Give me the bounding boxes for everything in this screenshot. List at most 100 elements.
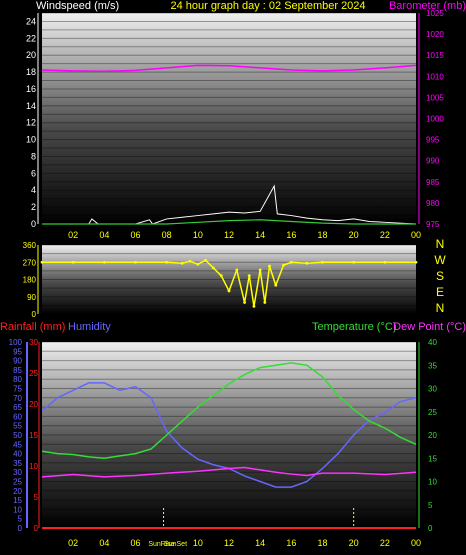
temperature-tick-label: 30 xyxy=(428,385,437,394)
hour-tick-label: 22 xyxy=(380,538,390,548)
temperature-grid-bands xyxy=(42,341,416,529)
direction-tick-label: 360 xyxy=(23,241,37,250)
hour-tick-label: 10 xyxy=(193,538,203,548)
temperature-tick-label: 35 xyxy=(428,361,437,370)
rainfall-tick-label: 10 xyxy=(29,462,38,471)
rainfall-axis-title: Rainfall (mm) xyxy=(0,321,65,333)
weather-graph-svg: Windspeed (m/s) 24 hour graph day : 02 S… xyxy=(0,0,466,548)
windspeed-tick-label: 6 xyxy=(31,168,36,178)
humidity-tick-label: 90 xyxy=(13,357,22,366)
wind-direction-segment xyxy=(291,261,307,264)
windspeed-tick-label: 0 xyxy=(31,219,36,229)
weather-graph: Windspeed (m/s) 24 hour graph day : 02 S… xyxy=(0,0,466,555)
hour-tick-label: 06 xyxy=(130,538,140,548)
humidity-tick-label: 45 xyxy=(13,440,22,449)
humidity-tick-label: 15 xyxy=(13,496,22,505)
humidity-tick-label: 65 xyxy=(13,403,22,412)
humidity-axis-title: Humidity xyxy=(68,321,111,333)
windspeed-tick-label: 10 xyxy=(26,135,36,145)
temperature-tick-label: 40 xyxy=(428,338,437,347)
compass-label: N xyxy=(436,301,445,315)
humidity-tick-label: 55 xyxy=(13,422,22,431)
barometer-tick-label: 995 xyxy=(426,136,440,145)
wind-direction-segment xyxy=(166,261,183,264)
temperature-tick-label: 10 xyxy=(428,478,437,487)
barometer-tick-label: 975 xyxy=(426,220,440,229)
hour-tick-label: 08 xyxy=(162,230,172,240)
temperature-tick-label: 15 xyxy=(428,454,437,463)
humidity-tick-label: 70 xyxy=(13,394,22,403)
hour-tick-label: 16 xyxy=(286,230,296,240)
windspeed-tick-label: 22 xyxy=(26,33,36,43)
hour-tick-label: 22 xyxy=(380,230,390,240)
compass-label: S xyxy=(436,269,444,283)
rainfall-tick-label: 25 xyxy=(29,369,38,378)
hour-tick-label: 18 xyxy=(317,538,327,548)
hour-tick-label: 04 xyxy=(99,538,109,548)
hour-tick-label: 12 xyxy=(224,230,234,240)
wind-direction-segment xyxy=(306,261,323,264)
windspeed-tick-label: 2 xyxy=(31,202,36,212)
rainfall-tick-label: 20 xyxy=(29,400,38,409)
humidity-tick-label: 30 xyxy=(13,468,22,477)
rainfall-tick-label: 15 xyxy=(29,431,38,440)
hour-tick-label: 20 xyxy=(349,230,359,240)
hour-tick-label: 20 xyxy=(349,538,359,548)
humidity-tick-label: 40 xyxy=(13,450,22,459)
barometer-tick-label: 1005 xyxy=(426,93,444,102)
barometer-tick-label: 990 xyxy=(426,157,440,166)
dewpoint-axis-title: Dew Point (°C) xyxy=(393,321,466,333)
temperature-tick-label: 25 xyxy=(428,408,437,417)
humidity-tick-label: 85 xyxy=(13,366,22,375)
hour-tick-label: 06 xyxy=(130,230,140,240)
humidity-tick-label: 10 xyxy=(13,505,22,514)
windspeed-plot-area xyxy=(42,13,416,224)
chart-title: 24 hour graph day : 02 September 2024 xyxy=(170,0,365,12)
barometer-tick-label: 1025 xyxy=(426,9,444,18)
humidity-tick-label: 25 xyxy=(13,478,22,487)
direction-tick-label: 180 xyxy=(23,276,37,285)
hour-tick-label: 00 xyxy=(411,230,421,240)
windspeed-tick-label: 4 xyxy=(31,185,36,195)
windspeed-axis-title: Windspeed (m/s) xyxy=(36,0,119,12)
windspeed-tick-label: 14 xyxy=(26,101,36,111)
temperature-tick-label: 0 xyxy=(428,524,433,533)
temperature-tick-label: 20 xyxy=(428,431,437,440)
humidity-tick-label: 35 xyxy=(13,459,22,468)
windspeed-tick-label: 12 xyxy=(26,118,36,128)
hour-tick-label: 12 xyxy=(224,538,234,548)
humidity-tick-label: 0 xyxy=(18,524,23,533)
sunset-label: SunSet xyxy=(164,541,187,548)
rainfall-tick-label: 5 xyxy=(34,493,39,502)
humidity-tick-label: 50 xyxy=(13,431,22,440)
humidity-tick-label: 80 xyxy=(13,375,22,384)
barometer-tick-label: 1010 xyxy=(426,72,444,81)
humidity-tick-label: 100 xyxy=(9,338,23,347)
compass-label: E xyxy=(436,285,444,299)
windspeed-tick-label: 16 xyxy=(26,84,36,94)
direction-tick-label: 270 xyxy=(23,258,37,267)
hour-tick-label: 02 xyxy=(68,538,78,548)
barometer-tick-label: 985 xyxy=(426,178,440,187)
hour-tick-label: 18 xyxy=(317,230,327,240)
direction-tick-label: 90 xyxy=(27,293,36,302)
barometer-tick-label: 980 xyxy=(426,199,440,208)
direction-tick-label: 0 xyxy=(32,310,37,319)
humidity-tick-label: 60 xyxy=(13,412,22,421)
windspeed-tick-label: 24 xyxy=(26,16,36,26)
barometer-tick-label: 1020 xyxy=(426,30,444,39)
temperature-axis-title: Temperature (°C) xyxy=(312,321,396,333)
rainfall-tick-label: 30 xyxy=(29,338,38,347)
humidity-tick-label: 5 xyxy=(18,515,23,524)
rainfall-tick-label: 0 xyxy=(34,524,39,533)
compass-label: W xyxy=(434,253,446,267)
barometer-tick-label: 1000 xyxy=(426,115,444,124)
hour-tick-label: 02 xyxy=(68,230,78,240)
hour-tick-label: 16 xyxy=(286,538,296,548)
windspeed-tick-label: 8 xyxy=(31,151,36,161)
windspeed-tick-label: 20 xyxy=(26,50,36,60)
humidity-tick-label: 95 xyxy=(13,347,22,356)
barometer-tick-label: 1015 xyxy=(426,51,444,60)
hour-tick-label: 00 xyxy=(411,538,421,548)
temperature-tick-label: 5 xyxy=(428,501,433,510)
